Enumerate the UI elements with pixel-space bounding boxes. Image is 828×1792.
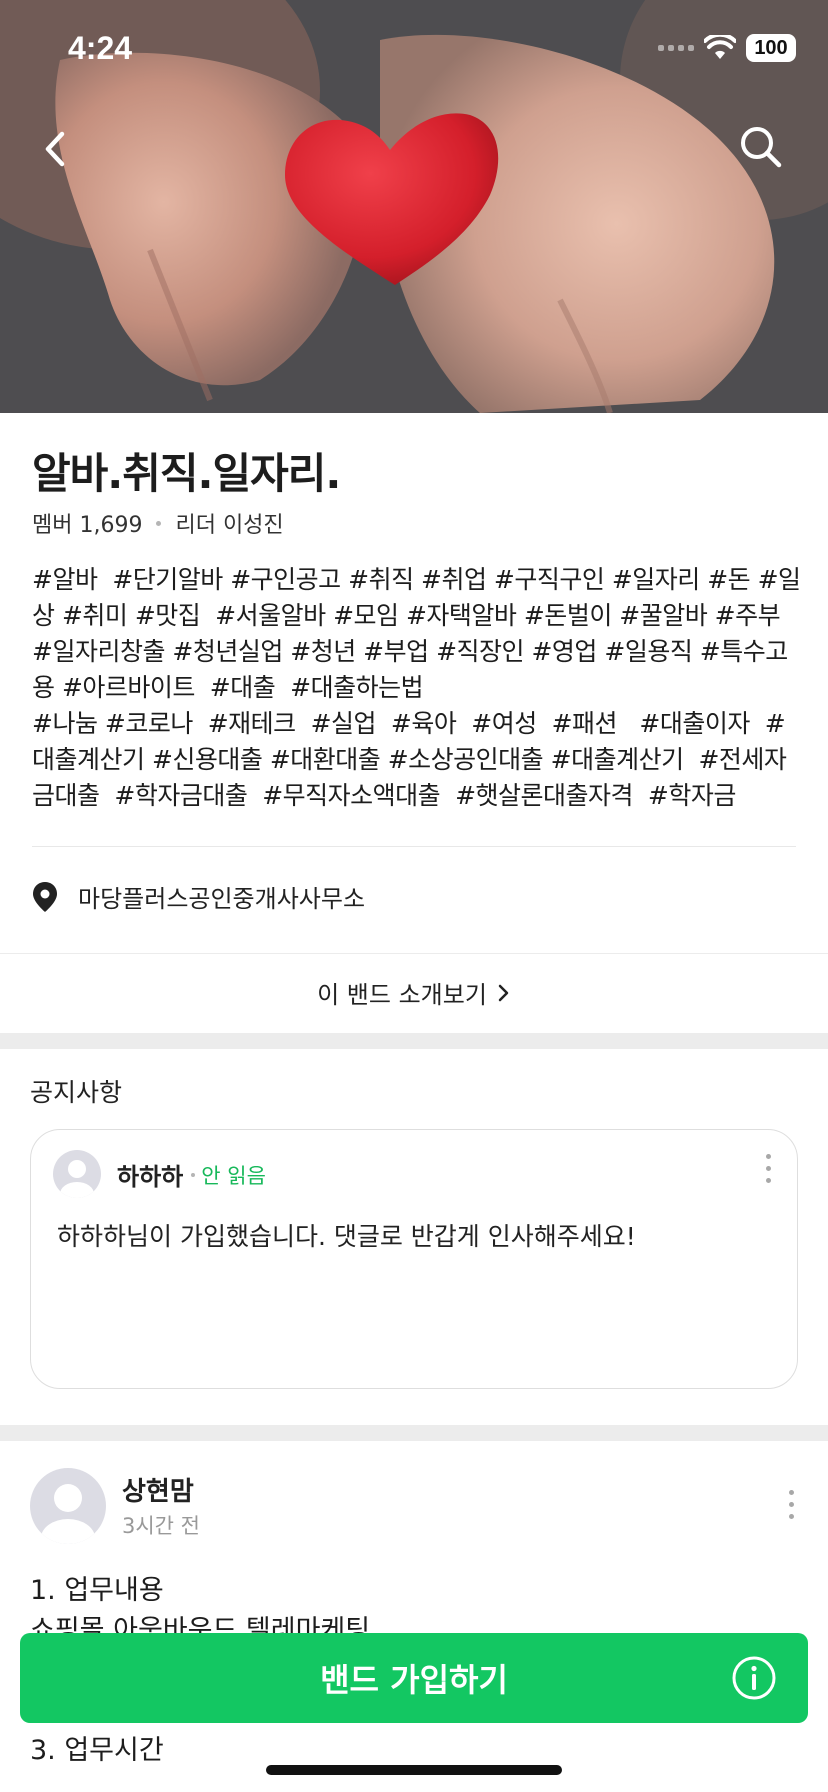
divider <box>32 846 796 847</box>
notice-text: 하하하님이 가입했습니다. 댓글로 반갑게 인사해주세요! <box>57 1222 636 1251</box>
join-band-button[interactable]: 밴드 가입하기 <box>20 1633 808 1723</box>
status-time: 4:24 <box>68 30 133 66</box>
more-vertical-icon[interactable] <box>766 1154 771 1183</box>
default-avatar-icon <box>60 1160 94 1198</box>
meta-separator <box>156 520 162 526</box>
status-bar: 4:24 100 <box>0 0 828 100</box>
join-band-label: 밴드 가입하기 <box>320 1661 508 1699</box>
section-separator <box>0 1033 828 1049</box>
notice-card[interactable]: 하하하 안 읽음 하하하님이 가입했습니다. 댓글로 반갑게 인사해주세요! <box>30 1129 798 1389</box>
post-author[interactable]: 상현맘 <box>122 1471 194 1508</box>
back-arrow-icon[interactable] <box>36 124 80 174</box>
unread-badge: 안 읽음 <box>201 1163 266 1188</box>
notice-section-title: 공지사항 <box>30 1078 123 1107</box>
band-description: #알바 #단기알바 #구인공고 #취직 #취업 #구직구인 #일자리 #돈 #일… <box>32 565 801 810</box>
chevron-right-icon <box>498 984 509 1001</box>
band-title: 알바.취직.일자리. <box>32 449 341 498</box>
band-location[interactable]: 마당플러스공인중개사사무소 <box>32 879 365 914</box>
member-count[interactable]: 멤버 1,699 <box>32 507 142 539</box>
post-time: 3시간 전 <box>122 1514 200 1538</box>
band-cover-image: 4:24 100 <box>0 0 828 413</box>
battery-indicator: 100 <box>746 34 796 62</box>
notice-author: 하하하 <box>117 1163 184 1191</box>
home-indicator <box>266 1765 562 1775</box>
default-avatar-icon <box>41 1484 95 1544</box>
section-separator <box>0 1425 828 1441</box>
cellular-signal-icon <box>658 45 694 51</box>
more-vertical-icon[interactable] <box>789 1490 794 1519</box>
wifi-icon <box>704 35 736 59</box>
avatar[interactable] <box>53 1150 101 1198</box>
band-intro-link[interactable]: 이 밴드 소개보기 <box>0 975 828 1010</box>
info-icon[interactable] <box>730 1654 778 1702</box>
band-leader: 리더 이성진 <box>175 513 284 538</box>
location-label: 마당플러스공인중개사사무소 <box>78 885 366 913</box>
notice-author-row: 하하하 안 읽음 <box>117 1157 266 1192</box>
status-indicators: 100 <box>658 34 796 62</box>
avatar[interactable] <box>30 1468 106 1544</box>
search-icon[interactable] <box>738 124 784 170</box>
location-pin-icon <box>33 881 57 912</box>
intro-link-label: 이 밴드 소개보기 <box>317 981 487 1009</box>
meta-separator <box>191 1172 196 1177</box>
band-meta: 멤버 1,699 리더 이성진 <box>32 507 284 539</box>
divider <box>0 953 828 954</box>
